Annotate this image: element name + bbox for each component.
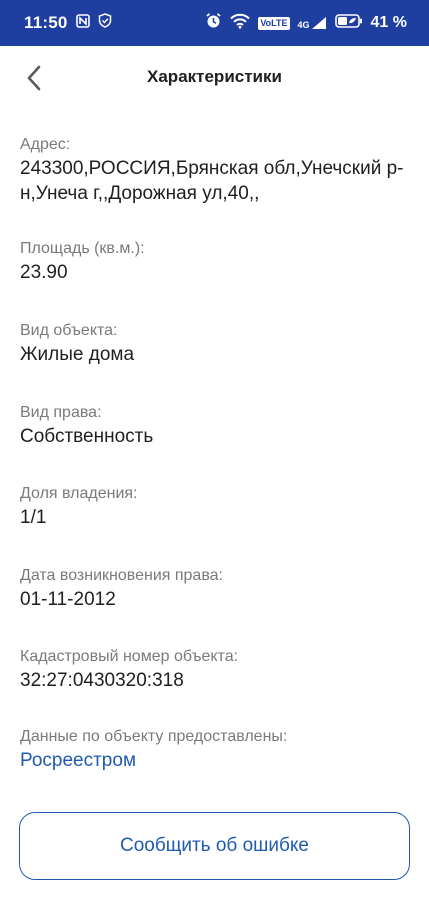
field-label: Адрес: <box>20 136 71 153</box>
field-value: 01-11-2012 <box>20 589 116 610</box>
status-left: 11:50 <box>24 13 112 33</box>
field-value: 1/1 <box>20 507 47 528</box>
field-label: Кадастровый номер объекта: <box>20 648 239 665</box>
field-label: Доля владения: <box>20 485 138 502</box>
back-button[interactable] <box>18 62 50 94</box>
chevron-left-icon <box>27 65 41 91</box>
network-type: 4G <box>297 20 310 30</box>
field-ownership-share: Доля владения: 1/1 <box>20 483 410 530</box>
app-header: Характеристики <box>0 46 429 108</box>
nfc-icon <box>75 13 90 33</box>
page-title: Характеристики <box>147 67 282 86</box>
field-cadastral-number: Кадастровый номер объекта: 32:27:0430320… <box>20 646 410 693</box>
volte-badge: VoLTE <box>258 16 290 30</box>
field-area: Площадь (кв.м.): 23.90 <box>20 238 410 285</box>
field-value: Жилые дома <box>20 344 135 365</box>
field-right-type: Вид права: Собственность <box>20 402 410 449</box>
field-label: Вид права: <box>20 404 102 421</box>
battery-saver-icon <box>334 13 363 33</box>
rosreestr-link[interactable]: Росреестром <box>20 748 410 773</box>
field-data-source: Данные по объекту предоставлены: Росреес… <box>20 726 410 773</box>
alarm-icon <box>205 12 222 34</box>
battery-level: 41 % <box>370 14 407 31</box>
field-value: 23.90 <box>20 262 68 283</box>
field-label: Данные по объекту предоставлены: <box>20 728 288 745</box>
shield-icon <box>98 13 112 33</box>
status-time: 11:50 <box>24 13 68 32</box>
wifi-icon <box>230 13 251 34</box>
field-value: 243300,РОССИЯ,Брянская обл,Унечский р-н,… <box>20 158 404 204</box>
status-bar: 11:50 VoLTE 4G 41 % <box>0 0 429 46</box>
field-label: Вид объекта: <box>20 322 118 339</box>
field-object-type: Вид объекта: Жилые дома <box>20 320 410 367</box>
report-error-button[interactable]: Сообщить об ошибке <box>19 812 410 880</box>
signal-icon: 4G <box>298 16 327 30</box>
field-label: Площадь (кв.м.): <box>20 240 145 257</box>
field-address: Адрес: 243300,РОССИЯ,Брянская обл,Унечск… <box>20 134 410 206</box>
report-error-label: Сообщить об ошибке <box>120 835 309 856</box>
field-value: Собственность <box>20 426 154 447</box>
field-value: 32:27:0430320:318 <box>20 670 184 691</box>
field-label: Дата возникновения права: <box>20 567 223 584</box>
field-right-date: Дата возникновения права: 01-11-2012 <box>20 565 410 612</box>
status-right: VoLTE 4G 41 % <box>205 12 407 34</box>
